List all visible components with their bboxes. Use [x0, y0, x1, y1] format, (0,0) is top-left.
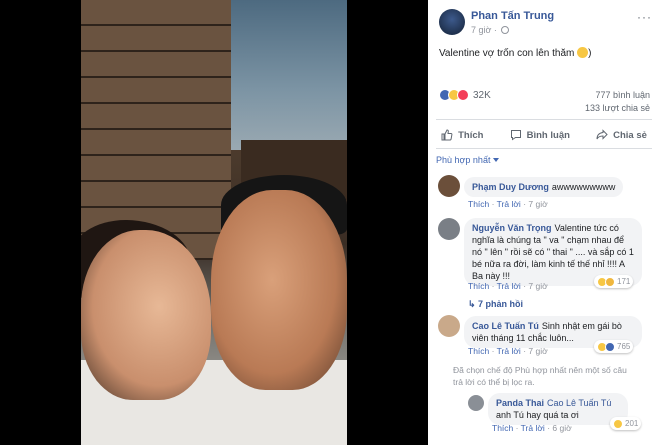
comment-sort-dropdown[interactable]: Phù hợp nhất: [436, 155, 500, 165]
comment-links: Thích · Trả lời · 7 giờ: [468, 346, 548, 356]
author-name[interactable]: Phan Tấn Trung: [471, 10, 554, 22]
avatar[interactable]: [438, 315, 460, 337]
post-text-content: Valentine vợ trốn con lên thăm: [439, 48, 575, 59]
post-time-label: 7 giờ: [471, 25, 492, 35]
reaction-count: 201: [625, 419, 639, 428]
post-panel: Phan Tấn Trung 7 giờ · ··· Valentine vợ …: [428, 0, 660, 445]
avatar[interactable]: [468, 395, 484, 411]
comment-time[interactable]: 7 giờ: [528, 281, 547, 291]
comment-like-link[interactable]: Thích: [468, 346, 489, 356]
comment-text: anh Tú hay quá ta ơi: [496, 410, 579, 420]
commenter-name[interactable]: Panda Thai: [496, 398, 544, 408]
comment-icon: [510, 130, 521, 141]
chevron-down-icon: [493, 158, 500, 162]
post-text: Valentine vợ trốn con lên thăm ): [439, 47, 592, 59]
comment-bubble: Phạm Duy Dương awwwwwwwww: [464, 177, 624, 197]
reaction-count: 171: [617, 277, 631, 286]
comment-reaction-badge[interactable]: 171: [594, 275, 634, 288]
share-count[interactable]: 133 lượt chia sẻ: [585, 102, 650, 115]
photo-viewer: [0, 0, 428, 445]
comment-links: Thích · Trả lời · 6 giờ: [492, 423, 572, 433]
post-actions: Thích Bình luận Chia sẻ: [428, 126, 660, 144]
comment-like-link[interactable]: Thích: [468, 199, 489, 209]
like-reaction-icon: [605, 341, 615, 352]
replies-count: 7 phản hồi: [478, 299, 524, 309]
reaction-summary[interactable]: 32K: [439, 88, 491, 102]
divider: [436, 119, 652, 120]
wow-reaction-icon: [605, 276, 615, 287]
author-avatar[interactable]: [439, 9, 465, 35]
comment-reply-link[interactable]: Trả lời: [521, 423, 545, 433]
comment-links: Thích · Trả lời · 7 giờ: [468, 199, 548, 209]
post-photo[interactable]: [81, 0, 347, 445]
like-label: Thích: [458, 129, 484, 141]
comment-reaction-badge[interactable]: 201: [610, 417, 642, 430]
reaction-count: 32K: [473, 89, 491, 101]
filter-note: Đã chọn chế độ Phù hợp nhất nên một số c…: [453, 365, 627, 387]
share-button[interactable]: Chia sẻ: [596, 126, 647, 144]
reply-bubble: Panda Thai Cao Lê Tuấn Tú anh Tú hay quá …: [488, 393, 628, 425]
commenter-name[interactable]: Phạm Duy Dương: [472, 182, 549, 192]
photo-face-right: [211, 190, 347, 390]
comment-like-link[interactable]: Thích: [468, 281, 489, 291]
smile-emoji-icon: [577, 47, 589, 58]
avatar[interactable]: [438, 218, 460, 240]
commenter-name[interactable]: Nguyễn Văn Trọng: [472, 223, 552, 233]
more-options-icon[interactable]: ···: [637, 10, 652, 24]
love-reaction-icon: [457, 89, 469, 101]
commenter-name[interactable]: Cao Lê Tuấn Tú: [472, 321, 539, 331]
comment-reply-link[interactable]: Trả lời: [497, 199, 521, 209]
comment-time[interactable]: 7 giờ: [528, 346, 547, 356]
share-icon: [596, 129, 608, 140]
globe-icon: [501, 26, 510, 34]
comment-count[interactable]: 777 bình luận: [585, 89, 650, 102]
view-replies-link[interactable]: ↳ 7 phản hồi: [468, 299, 523, 310]
photo-sky: [231, 0, 347, 150]
reaction-count: 765: [617, 342, 631, 351]
photo-wall: [81, 0, 231, 260]
comment-links: Thích · Trả lời · 7 giờ: [468, 281, 548, 291]
comment-label: Bình luận: [526, 129, 570, 141]
comment-like-link[interactable]: Thích: [492, 423, 513, 433]
like-button[interactable]: Thích: [441, 126, 483, 144]
comment-time[interactable]: 6 giờ: [552, 423, 571, 433]
avatar[interactable]: [438, 175, 460, 197]
comment-button[interactable]: Bình luận: [510, 126, 570, 144]
comment-reaction-badge[interactable]: 765: [594, 340, 634, 353]
comment-text: awwwwwwwww: [551, 182, 616, 192]
comment-time[interactable]: 7 giờ: [528, 199, 547, 209]
mention-link[interactable]: Cao Lê Tuấn Tú: [547, 398, 611, 408]
comment-reply-link[interactable]: Trả lời: [497, 346, 521, 356]
post-header: Phan Tấn Trung 7 giờ · ···: [428, 0, 660, 40]
divider: [436, 148, 652, 149]
comment-reply-link[interactable]: Trả lời: [497, 281, 521, 291]
thumbs-up-icon: [441, 129, 453, 141]
post-time[interactable]: 7 giờ ·: [471, 25, 510, 35]
photo-face-left: [81, 230, 211, 400]
share-label: Chia sẻ: [613, 129, 647, 141]
haha-reaction-icon: [613, 418, 623, 429]
post-stats: 777 bình luận 133 lượt chia sẻ: [585, 89, 650, 115]
sort-label: Phù hợp nhất: [436, 155, 491, 165]
